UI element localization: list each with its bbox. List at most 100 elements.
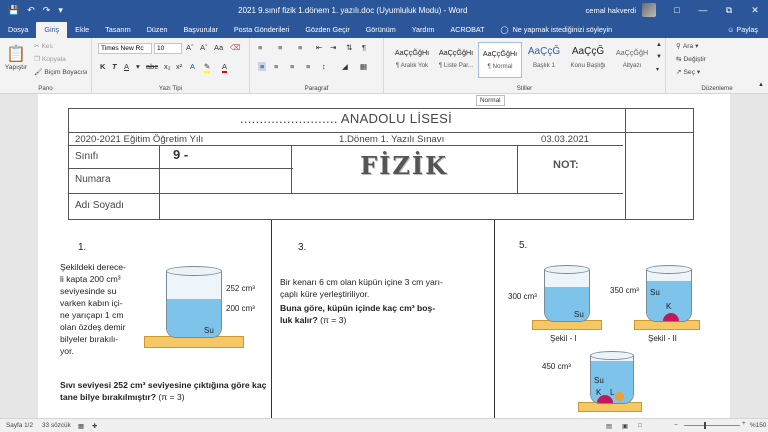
font-size-input[interactable]: 10 <box>154 43 182 54</box>
header-table: ......................... ANADOLU LİSESİ… <box>68 108 694 220</box>
replace-icon: ⇆ <box>676 56 682 63</box>
decrease-indent-icon[interactable]: ⇤ <box>316 43 322 52</box>
styles-group: AaÇçĞğHı ¶ Aralık Yok AaÇçĞğHı ¶ Liste P… <box>384 38 666 94</box>
web-layout-icon[interactable]: □ <box>638 422 642 429</box>
maximize-icon[interactable]: ⧉ <box>716 5 742 16</box>
status-bar: Sayfa 1/2 33 sözcük ▦ ✚ ▤ ▣ □ − + %150 <box>0 418 768 432</box>
italic-icon[interactable]: T <box>112 62 117 71</box>
borders-icon[interactable]: ▦ <box>360 62 367 71</box>
select-button[interactable]: ↗ Seç ▾ <box>676 68 700 77</box>
text-effects-icon[interactable]: A <box>190 62 195 71</box>
ribbon-display-icon[interactable]: □ <box>664 5 690 16</box>
subject-title: FİZİK <box>360 151 448 180</box>
read-mode-icon[interactable]: ▤ <box>606 422 612 430</box>
increase-indent-icon[interactable]: ⇥ <box>330 43 336 52</box>
multilevel-list-icon[interactable]: ≡ <box>298 43 302 52</box>
justify-icon[interactable]: ≡ <box>306 62 310 71</box>
style-normal[interactable]: AaÇçĞğHı ¶ Normal <box>478 42 522 78</box>
undo-icon[interactable]: ↶ <box>27 5 35 16</box>
user-name[interactable]: cemal hakverdi <box>586 6 636 15</box>
zoom-slider[interactable] <box>684 425 740 426</box>
word-count[interactable]: 33 sözcük <box>42 422 71 429</box>
zoom-level[interactable]: %150 <box>750 422 766 429</box>
font-color-icon[interactable]: A <box>222 62 228 73</box>
style-title[interactable]: AaÇçĞ Konu Başlığı <box>566 42 610 78</box>
tab-mailings[interactable]: Posta Gönderileri <box>226 25 298 38</box>
save-icon[interactable]: 💾 <box>8 5 19 16</box>
line-spacing-icon[interactable]: ↕ <box>322 62 326 71</box>
pilcrow-icon[interactable]: ¶ <box>362 43 366 52</box>
cut-button[interactable]: ✂ Kes <box>34 42 53 51</box>
highlight-icon[interactable]: ✎ <box>204 62 211 73</box>
tab-review[interactable]: Gözden Geçir <box>297 25 357 38</box>
zoom-in-icon[interactable]: + <box>742 420 746 427</box>
class-value[interactable]: 9 - <box>173 147 188 162</box>
ribbon: 📋 Yapıştır ✂ Kes ❐ Kopyala 🖌 Biçim Boyacısı… <box>0 38 768 94</box>
class-label: Sınıfı <box>75 151 99 162</box>
avatar[interactable] <box>642 3 656 17</box>
underline-icon[interactable]: A <box>124 62 129 71</box>
numbering-icon[interactable]: ≡ <box>278 43 282 52</box>
tab-layout[interactable]: Düzen <box>139 25 176 38</box>
zoom-slider-thumb[interactable] <box>704 422 706 429</box>
tab-help[interactable]: Yardım <box>404 25 443 38</box>
styles-scroll-down-icon[interactable]: ▼ <box>656 54 662 60</box>
tab-insert[interactable]: Ekle <box>67 25 97 38</box>
tab-references[interactable]: Başvurular <box>175 25 225 38</box>
font-name-input[interactable]: Times New Rc <box>98 43 152 54</box>
grow-font-icon[interactable]: Aˆ <box>186 43 194 52</box>
zoom-out-icon[interactable]: − <box>674 422 678 429</box>
tab-view[interactable]: Görünüm <box>358 25 404 38</box>
search-icon: ⚲ <box>676 43 681 50</box>
tab-acrobat[interactable]: ACROBAT <box>442 25 492 38</box>
bold-icon[interactable]: K <box>100 62 105 71</box>
question-1-number: 1. <box>78 242 87 253</box>
clear-formatting-icon[interactable]: ⌫ <box>230 43 241 52</box>
shrink-font-icon[interactable]: Aˇ <box>200 43 208 52</box>
style-subtitle[interactable]: AaÇçĞğH Altyazı <box>610 42 654 78</box>
style-list-paragraph[interactable]: AaÇçĞğHı ¶ Liste Par... <box>434 42 478 78</box>
paste-button[interactable]: 📋 Yapıştır <box>5 44 27 71</box>
close-icon[interactable]: ✕ <box>742 5 768 16</box>
style-no-spacing[interactable]: AaÇçĞğHı ¶ Aralık Yok <box>390 42 434 78</box>
proofing-icon[interactable]: ▦ <box>78 422 84 430</box>
clipboard-group: 📋 Yapıştır ✂ Kes ❐ Kopyala 🖌 Biçim Boyacısı… <box>0 38 92 94</box>
print-layout-icon[interactable]: ▣ <box>622 422 628 430</box>
superscript-icon[interactable]: x² <box>176 62 182 71</box>
styles-more-icon[interactable]: ▾ <box>656 66 659 73</box>
copy-icon: ❐ <box>34 56 40 63</box>
document-page[interactable]: ......................... ANADOLU LİSESİ… <box>38 94 730 418</box>
redo-icon[interactable]: ↷ <box>43 5 51 16</box>
page-count[interactable]: Sayfa 1/2 <box>6 422 33 429</box>
dropdown-icon[interactable]: ▾ <box>136 62 140 71</box>
subscript-icon[interactable]: x₂ <box>164 62 171 71</box>
styles-group-label: Stiller <box>516 85 533 92</box>
find-button[interactable]: ⚲ Ara ▾ <box>676 42 698 51</box>
align-right-icon[interactable]: ≡ <box>290 62 294 71</box>
name-label: Adı Soyadı <box>75 200 124 211</box>
tab-home[interactable]: Giriş <box>36 22 68 38</box>
replace-button[interactable]: ⇆ Değiştir <box>676 55 706 64</box>
share-button[interactable]: ☺ Paylaş <box>727 25 768 38</box>
sort-icon[interactable]: ⇅ <box>346 43 352 52</box>
customize-qat-icon[interactable]: ▾ <box>58 5 63 16</box>
strikethrough-icon[interactable]: abc <box>146 62 158 71</box>
minimize-icon[interactable]: — <box>690 5 716 16</box>
align-center-icon[interactable]: ≡ <box>274 62 278 71</box>
tab-design[interactable]: Tasarım <box>97 25 139 38</box>
copy-button[interactable]: ❐ Kopyala <box>34 55 66 64</box>
accessibility-icon[interactable]: ✚ <box>92 422 97 430</box>
format-painter-button[interactable]: 🖌 Biçim Boyacısı <box>34 68 88 77</box>
ribbon-tabs: Dosya Giriş Ekle Tasarım Düzen Başvurula… <box>0 20 768 38</box>
align-left-icon[interactable]: ≡ <box>258 62 267 71</box>
select-icon: ↗ <box>676 69 682 76</box>
shading-icon[interactable]: ◢ <box>342 62 348 71</box>
tab-file[interactable]: Dosya <box>0 25 36 38</box>
number-label: Numara <box>75 174 111 185</box>
change-case-icon[interactable]: Aa <box>214 43 223 52</box>
tell-me-box[interactable]: ◯ Ne yapmak istediğinizi söyleyin <box>493 25 621 38</box>
styles-scroll-up-icon[interactable]: ▲ <box>656 42 662 48</box>
style-heading-1[interactable]: AaÇçĞ Başlık 1 <box>522 42 566 78</box>
bullets-icon[interactable]: ≡ <box>258 43 262 52</box>
collapse-ribbon-icon[interactable]: ▲ <box>758 82 764 88</box>
